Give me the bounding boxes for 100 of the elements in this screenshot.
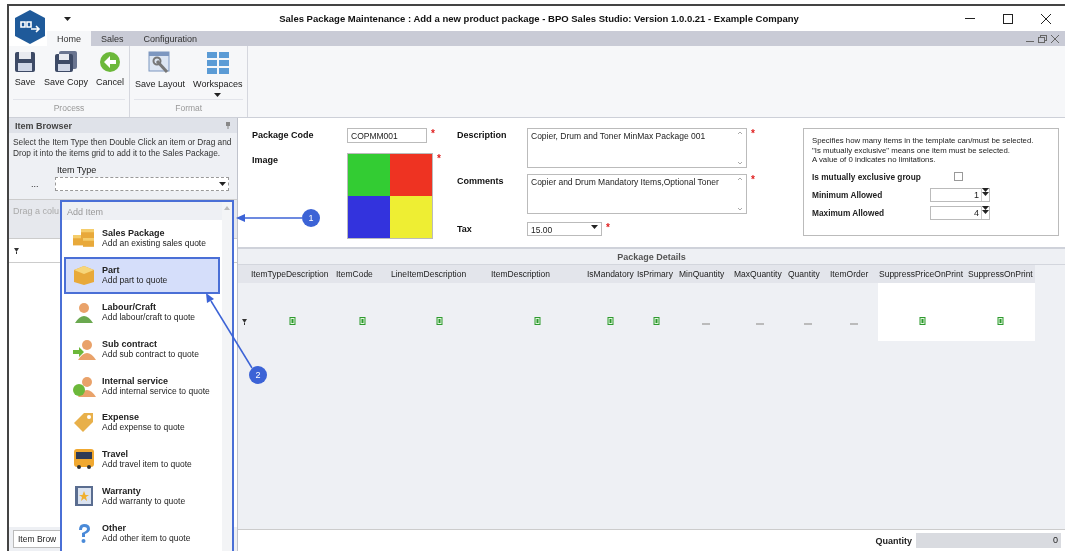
checkbox-icon bbox=[917, 317, 928, 325]
box-icon bbox=[72, 264, 96, 287]
menu-item[interactable]: Part Add part to quote bbox=[64, 256, 220, 294]
ellipsis-text: ... bbox=[31, 179, 39, 189]
dropdown-field[interactable] bbox=[54, 177, 229, 191]
column-header[interactable]: ItemDescription bbox=[490, 265, 586, 283]
spin-up-icon bbox=[982, 188, 989, 192]
input-field[interactable]: Copier and Drum Mandatory Items,Optional Toner bbox=[527, 174, 747, 214]
boxes-icon bbox=[72, 227, 96, 250]
panel-title: Item Browser bbox=[15, 120, 73, 131]
dash-mark bbox=[701, 323, 710, 325]
menu-item[interactable]: Internal service Add internal service to quote bbox=[64, 367, 220, 404]
ribbon-button[interactable]: Save Copy bbox=[43, 49, 90, 99]
close-icon[interactable] bbox=[1041, 13, 1051, 24]
person-arrow-icon bbox=[72, 337, 96, 360]
column-header[interactable]: IsPrimary bbox=[636, 265, 678, 283]
caret-icon bbox=[214, 93, 222, 97]
summary-label: Quantity bbox=[875, 535, 912, 546]
floppy-disks-icon bbox=[54, 51, 78, 73]
group-label: Process bbox=[13, 99, 126, 117]
scrollbar-icon bbox=[737, 177, 743, 211]
column-header[interactable]: SuppressPriceOnPrint bbox=[878, 265, 967, 283]
column-header[interactable]: LineItemDescription bbox=[390, 265, 490, 283]
field-label: Minimum Allowed bbox=[812, 189, 884, 200]
row-indicator-icon bbox=[241, 319, 247, 325]
spin-down-icon bbox=[982, 210, 989, 214]
input-field[interactable]: Copier, Drum and Toner MinMax Package 001 bbox=[527, 128, 747, 168]
column-header[interactable]: SuppressOnPrint bbox=[967, 265, 1035, 283]
required-mark: * bbox=[605, 222, 611, 233]
column-header[interactable]: ItemCode bbox=[335, 265, 390, 283]
required-mark: * bbox=[436, 153, 442, 164]
person-cycle-icon bbox=[72, 374, 96, 397]
checkbox[interactable] bbox=[954, 172, 963, 181]
ribbon-tab[interactable]: Home bbox=[47, 31, 91, 46]
field-label: Comments bbox=[457, 175, 505, 186]
ribbon-button[interactable]: Cancel bbox=[95, 49, 126, 99]
column-header[interactable]: MinQuantity bbox=[678, 265, 733, 283]
ribbon-button[interactable]: Save bbox=[13, 49, 37, 99]
instructions-text: Select the Item Type then Double Click an item or Drag and Drop it into the items grid to add it to the Sales Package. bbox=[12, 136, 233, 159]
dash-mark bbox=[756, 323, 764, 325]
menu-item[interactable]: Warranty Add warranty to quote bbox=[64, 477, 220, 515]
menu-item[interactable]: Sub contract Add sub contract to quote bbox=[64, 330, 220, 368]
ribbon-button[interactable]: Save Layout bbox=[134, 49, 187, 99]
field-label: Item Type bbox=[57, 165, 97, 175]
menu-item[interactable]: Sales Package Add an existing sales quote bbox=[64, 220, 220, 257]
field-label: Is mutually exclusive group bbox=[812, 171, 922, 182]
checkbox-icon bbox=[652, 317, 662, 325]
checkbox-icon bbox=[435, 317, 445, 325]
app-logo-icon[interactable] bbox=[13, 9, 47, 45]
pin-icon[interactable] bbox=[225, 122, 231, 129]
summary-value: 0 bbox=[916, 533, 1061, 548]
window-title: Sales Package Maintenance : Add a new product package - BPO Sales Studio: Version 1.0.0.21 - Example Company bbox=[278, 13, 800, 24]
column-header[interactable]: Quantity bbox=[787, 265, 829, 283]
menu-header: Add Item bbox=[62, 202, 222, 220]
ribbon-tab[interactable]: Configuration bbox=[133, 31, 208, 46]
menu-item[interactable]: Travel Add travel item to quote bbox=[64, 440, 220, 478]
menu-item[interactable]: Labour/Craft Add labour/craft to quote bbox=[64, 293, 220, 331]
tiles-icon bbox=[205, 51, 230, 75]
field-label: Image bbox=[252, 154, 279, 165]
row-indicator-icon bbox=[14, 248, 19, 254]
checkbox-icon bbox=[287, 317, 298, 325]
checkbox-icon bbox=[357, 317, 368, 325]
dash-mark bbox=[804, 323, 812, 325]
ribbon-button[interactable]: Workspaces bbox=[192, 49, 244, 99]
column-header[interactable]: IsMandatory bbox=[586, 265, 636, 283]
number-field[interactable]: 1 bbox=[930, 187, 990, 202]
checkbox-icon bbox=[996, 317, 1006, 325]
field-label: Description bbox=[457, 129, 508, 140]
required-mark: * bbox=[750, 174, 756, 185]
panel-tab[interactable]: Item Brow bbox=[13, 530, 62, 548]
menu-item[interactable]: Other Add other item to quote bbox=[64, 514, 220, 551]
table-wrench-icon bbox=[148, 51, 173, 75]
checkbox-icon bbox=[533, 317, 543, 325]
column-header[interactable]: ItemTypeDescription bbox=[250, 265, 335, 283]
callout-arrow bbox=[236, 214, 303, 222]
field-label: Tax bbox=[457, 223, 473, 234]
checkbox-icon bbox=[606, 317, 616, 325]
restore-icon[interactable] bbox=[1038, 34, 1047, 43]
input-field[interactable]: COPMM001 bbox=[347, 128, 427, 143]
ribbon-tab[interactable]: Sales bbox=[91, 31, 134, 46]
menu-item[interactable]: Expense Add expense to quote bbox=[64, 403, 220, 441]
spin-up-icon bbox=[982, 206, 989, 210]
column-header[interactable]: ItemOrder bbox=[829, 265, 878, 283]
column-header[interactable]: MaxQuantity bbox=[733, 265, 787, 283]
field-label: Package Code bbox=[252, 129, 315, 140]
spin-down-icon bbox=[982, 192, 989, 196]
required-mark: * bbox=[750, 128, 756, 139]
required-mark: * bbox=[430, 128, 436, 139]
tag-icon bbox=[72, 411, 96, 434]
scrollbar-icon bbox=[737, 131, 743, 165]
dash-mark bbox=[849, 323, 858, 325]
dropdown-field[interactable]: 15.00 bbox=[527, 222, 602, 236]
bus-icon bbox=[72, 448, 96, 471]
number-field[interactable]: 4 bbox=[930, 205, 990, 220]
maximize-icon[interactable] bbox=[1003, 13, 1013, 24]
caret-icon bbox=[591, 225, 598, 229]
group-label: Format bbox=[134, 99, 244, 117]
person-icon bbox=[72, 300, 96, 323]
quick-access-caret-icon bbox=[63, 16, 71, 21]
caret-icon bbox=[219, 182, 226, 186]
